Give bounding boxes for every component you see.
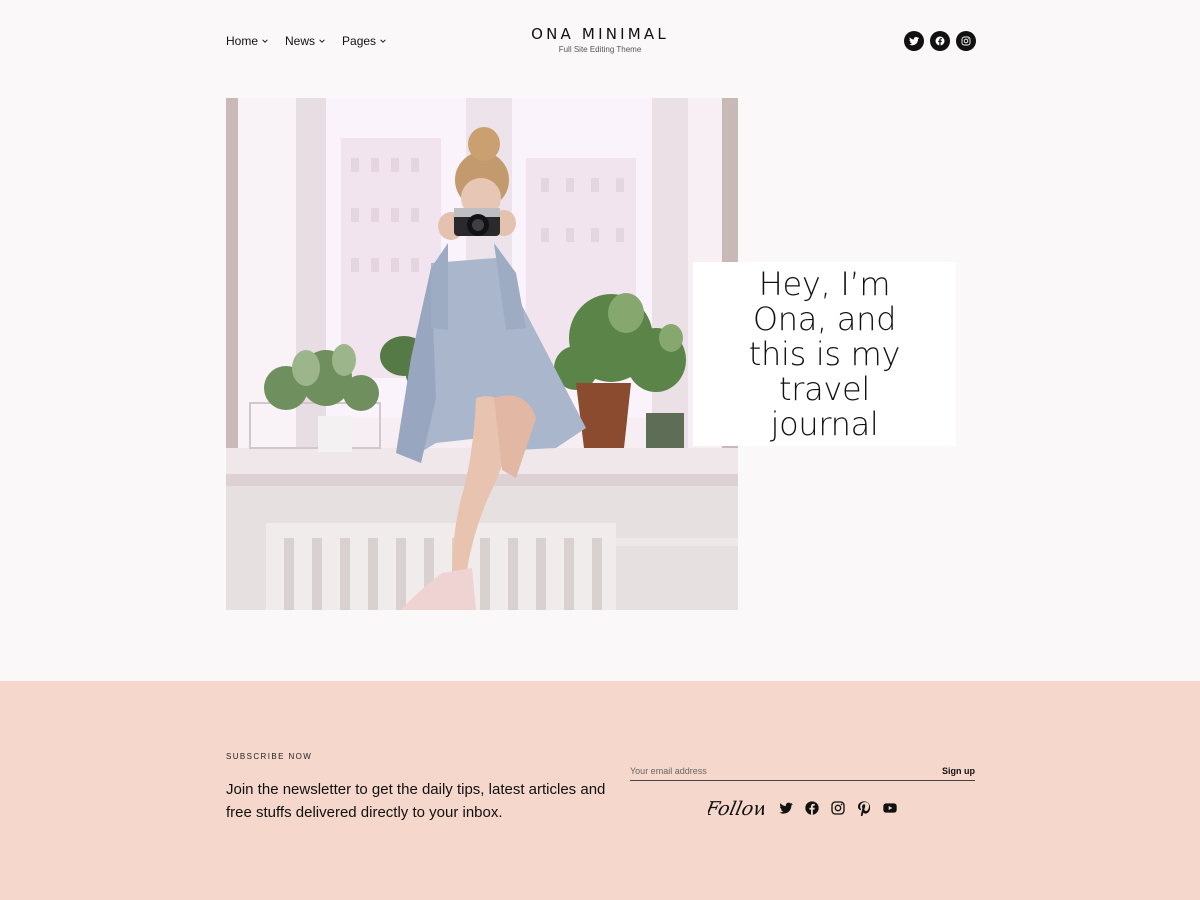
chevron-down-icon <box>380 39 386 43</box>
follow-script-heading: Follow <box>708 797 764 820</box>
follow-social-row: Follow <box>708 791 898 825</box>
svg-text:Follow: Follow <box>708 797 764 820</box>
header-social-links <box>904 31 976 51</box>
nav-item-news[interactable]: News <box>285 34 326 48</box>
twitter-icon[interactable] <box>904 31 924 51</box>
hero-intro-card: Hey, I’m Ona, and this is my travel jour… <box>693 262 956 446</box>
newsletter-description: Join the newsletter to get the daily tip… <box>226 781 606 821</box>
newsletter-section: SUBSCRIBE NOW Join the newsletter to get… <box>0 681 1200 900</box>
instagram-icon[interactable] <box>956 31 976 51</box>
site-title: ONA MINIMAL <box>531 25 669 43</box>
footer-social-links <box>778 800 898 816</box>
newsletter-form: Sign up <box>630 762 975 781</box>
chevron-down-icon <box>262 39 268 43</box>
pinterest-icon[interactable] <box>856 800 872 816</box>
facebook-icon[interactable] <box>930 31 950 51</box>
chevron-down-icon <box>319 39 325 43</box>
woman-with-camera-photo <box>226 98 738 610</box>
nav-item-pages[interactable]: Pages <box>342 34 387 48</box>
hero-image <box>226 98 738 610</box>
newsletter-label: SUBSCRIBE NOW <box>226 752 313 761</box>
site-tagline: Full Site Editing Theme <box>558 45 642 54</box>
nav-item-home[interactable]: Home <box>226 34 269 48</box>
instagram-icon[interactable] <box>830 800 846 816</box>
site-brand[interactable]: ONA MINIMAL Full Site Editing Theme <box>500 25 700 54</box>
nav-item-label: Pages <box>342 34 377 48</box>
twitter-icon[interactable] <box>778 800 794 816</box>
main-navigation: Home News Pages <box>226 34 387 48</box>
hero-heading: Hey, I’m Ona, and this is my travel jour… <box>748 264 901 443</box>
nav-item-label: Home <box>226 34 259 48</box>
signup-button[interactable]: Sign up <box>942 766 975 776</box>
nav-item-label: News <box>285 34 316 48</box>
youtube-icon[interactable] <box>882 800 898 816</box>
facebook-icon[interactable] <box>804 800 820 816</box>
email-input[interactable] <box>630 766 880 776</box>
site-header: Home News Pages ONA MINIMAL Full Site Ed… <box>0 0 1200 82</box>
